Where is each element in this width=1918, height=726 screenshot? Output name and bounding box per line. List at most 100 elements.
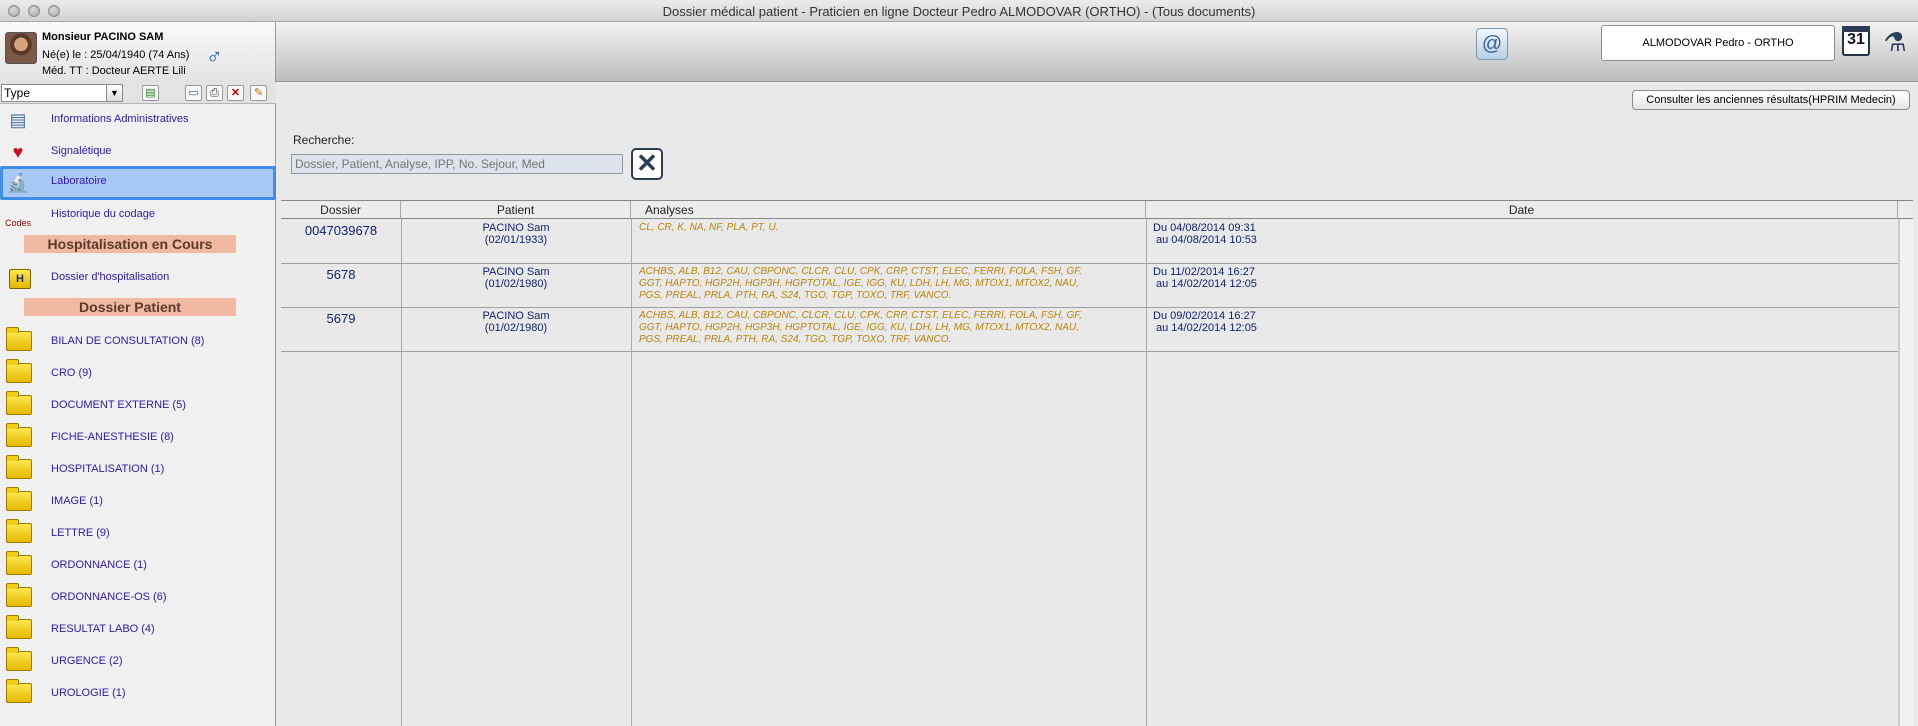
column-header-patient[interactable]: Patient	[401, 201, 631, 219]
sidebar-item-historique-codage[interactable]: Codes Historique du codage	[0, 200, 276, 232]
date-to: au 04/08/2014 10:53	[1156, 234, 1257, 246]
date-from: Du 11/02/2014 16:27	[1153, 266, 1255, 278]
search-label: Recherche:	[293, 133, 355, 147]
section-hospitalisation-en-cours: Hospitalisation en Cours	[24, 235, 236, 253]
delete-icon[interactable]: ✕	[227, 85, 244, 101]
microscope-icon: 🔬	[6, 173, 30, 193]
heart-icon: ♥	[12, 142, 24, 162]
cell-dossier: 0047039678	[304, 223, 378, 238]
folder-item[interactable]: UROLOGIE (1)	[0, 678, 276, 710]
folder-icon	[6, 359, 32, 383]
folder-label: ORDONNANCE (1)	[51, 559, 147, 571]
hprim-results-button[interactable]: Consulter les anciennes résultats(HPRIM …	[1632, 90, 1910, 110]
patient-name: PACINO Sam	[482, 310, 550, 322]
window-titlebar: Dossier médical patient - Praticien en l…	[0, 0, 1918, 22]
cell-patient: PACINO Sam (01/02/1980)	[401, 266, 631, 290]
sidebar-item-signaletique[interactable]: ♥ Signalétique	[0, 136, 276, 168]
folder-item[interactable]: HOSPITALISATION (1)	[0, 454, 276, 486]
main-panel: Consulter les anciennes résultats(HPRIM …	[277, 82, 1918, 726]
results-table: Dossier Patient Analyses Date 0047039678…	[281, 200, 1913, 726]
hospital-folder-icon: H	[3, 265, 33, 291]
monitor-icon[interactable]: ▭	[185, 85, 202, 101]
folder-item[interactable]: RESULTAT LABO (4)	[0, 614, 276, 646]
date-to: au 14/02/2014 12:05	[1156, 278, 1257, 290]
folder-icon	[6, 455, 32, 479]
folder-icon	[6, 423, 32, 447]
analyses-line: ACHBS, ALB, B12, CAU, CBPONC, CLCR, CLU,…	[639, 266, 1082, 277]
analyses-line: CL, CR, K, NA, NF, PLA, PT, U.	[639, 222, 779, 233]
column-header-analyses[interactable]: Analyses	[631, 201, 1146, 219]
folder-label: ORDONNANCE-OS (6)	[51, 591, 167, 603]
mail-icon[interactable]: @	[1476, 28, 1508, 60]
current-doctor-field[interactable]: ALMODOVAR Pedro - ORTHO	[1601, 25, 1835, 61]
table-header: Dossier Patient Analyses Date	[281, 201, 1913, 219]
folder-label: DOCUMENT EXTERNE (5)	[51, 399, 186, 411]
analyses-line: GGT, HAPTO, HGP2H, HGP3H, HGPTOTAL, IGE,…	[639, 278, 1079, 289]
column-header-dossier[interactable]: Dossier	[281, 201, 401, 219]
patient-name: PACINO Sam	[482, 266, 550, 278]
analyses-line: PGS, PREAL, PRLA, PTH, RA, S24, TGO, TGP…	[639, 290, 952, 301]
sidebar-item-informations-administratives[interactable]: ▤ Informations Administratives	[0, 104, 276, 136]
barcode-codes-icon: Codes	[4, 218, 31, 228]
sidebar-item-label: Signalétique	[51, 145, 112, 157]
print-icon[interactable]: ⎙	[206, 85, 223, 101]
type-select-value: Type	[4, 86, 31, 100]
folder-item[interactable]: CRO (9)	[0, 358, 276, 390]
folder-item[interactable]: IMAGE (1)	[0, 486, 276, 518]
folder-label: HOSPITALISATION (1)	[51, 463, 165, 475]
folder-icon	[6, 519, 32, 543]
analyses-line: ACHBS, ALB, B12, CAU, CBPONC, CLCR, CLU,…	[639, 310, 1082, 321]
patient-dob: (02/01/1933)	[484, 234, 548, 246]
folder-label: RESULTAT LABO (4)	[51, 623, 155, 635]
sidebar-item-label: Laboratoire	[51, 175, 107, 187]
folder-icon	[6, 551, 32, 575]
sidebar-item-dossier-hospitalisation[interactable]: H Dossier d'hospitalisation	[0, 262, 276, 294]
folder-icon	[6, 391, 32, 415]
window-title: Dossier médical patient - Praticien en l…	[662, 4, 1256, 19]
cell-dossier: 5678	[326, 267, 356, 282]
table-row[interactable]: 0047039678 PACINO Sam (02/01/1933) CL, C…	[281, 220, 1898, 264]
folder-icon	[6, 647, 32, 671]
cell-patient: PACINO Sam (01/02/1980)	[401, 310, 631, 334]
date-from: Du 09/02/2014 16:27	[1153, 310, 1256, 322]
id-card-icon: ▤	[9, 110, 27, 130]
vertical-scrollbar[interactable]	[1899, 219, 1913, 726]
sidebar-item-laboratoire[interactable]: 🔬 Laboratoire	[0, 166, 276, 200]
table-row[interactable]: 5678 PACINO Sam (01/02/1980) ACHBS, ALB,…	[281, 264, 1898, 308]
cell-date: Du 04/08/2014 09:31 au 04/08/2014 10:53	[1153, 222, 1257, 246]
sidebar: Type ▼ ▤ ▭ ⎙ ✕ ✎ ▤ Informations Administ…	[0, 82, 276, 726]
edit-icon[interactable]: ✎	[250, 85, 267, 101]
clear-search-icon[interactable]: ✕	[631, 148, 663, 180]
patient-info-panel: Monsieur PACINO SAM Né(e) le : 25/04/194…	[0, 22, 276, 82]
patient-name: PACINO Sam	[482, 222, 550, 234]
search-input[interactable]	[291, 154, 623, 174]
column-header-date[interactable]: Date	[1146, 201, 1898, 219]
calendar-icon[interactable]: 31	[1842, 26, 1870, 56]
section-dossier-patient: Dossier Patient	[24, 298, 236, 316]
folder-item[interactable]: LETTRE (9)	[0, 518, 276, 550]
folder-item[interactable]: FICHE-ANESTHESIE (8)	[0, 422, 276, 454]
folder-label: LETTRE (9)	[51, 527, 110, 539]
chevron-down-icon[interactable]: ▼	[106, 85, 122, 101]
folder-item[interactable]: BILAN DE CONSULTATION (8)	[0, 326, 276, 358]
patient-dob: Né(e) le : 25/04/1940 (74 Ans)	[42, 49, 190, 61]
cell-patient: PACINO Sam (02/01/1933)	[401, 222, 631, 246]
sidebar-item-label: Dossier d'hospitalisation	[51, 271, 170, 283]
folder-item[interactable]: ORDONNANCE (1)	[0, 550, 276, 582]
lab-flask-icon[interactable]: ⚗	[1880, 26, 1910, 58]
folder-label: UROLOGIE (1)	[51, 687, 126, 699]
cell-analyses: ACHBS, ALB, B12, CAU, CBPONC, CLCR, CLU,…	[639, 310, 1139, 346]
type-select[interactable]: Type ▼	[1, 84, 123, 102]
patient-dob: (01/02/1980)	[484, 322, 548, 334]
table-row[interactable]: 5679 PACINO Sam (01/02/1980) ACHBS, ALB,…	[281, 308, 1898, 352]
book-icon[interactable]: ▤	[142, 85, 159, 101]
patient-dob: (01/02/1980)	[484, 278, 548, 290]
sidebar-toolbar: Type ▼ ▤ ▭ ⎙ ✕ ✎	[0, 82, 276, 104]
folder-item[interactable]: DOCUMENT EXTERNE (5)	[0, 390, 276, 422]
analyses-line: GGT, HAPTO, HGP2H, HGP3H, HGPTOTAL, IGE,…	[639, 322, 1079, 333]
folder-item[interactable]: ORDONNANCE-OS (6)	[0, 582, 276, 614]
folder-label: IMAGE (1)	[51, 495, 103, 507]
folder-label: URGENCE (2)	[51, 655, 123, 667]
sidebar-item-label: Informations Administratives	[51, 113, 189, 125]
folder-item[interactable]: URGENCE (2)	[0, 646, 276, 678]
